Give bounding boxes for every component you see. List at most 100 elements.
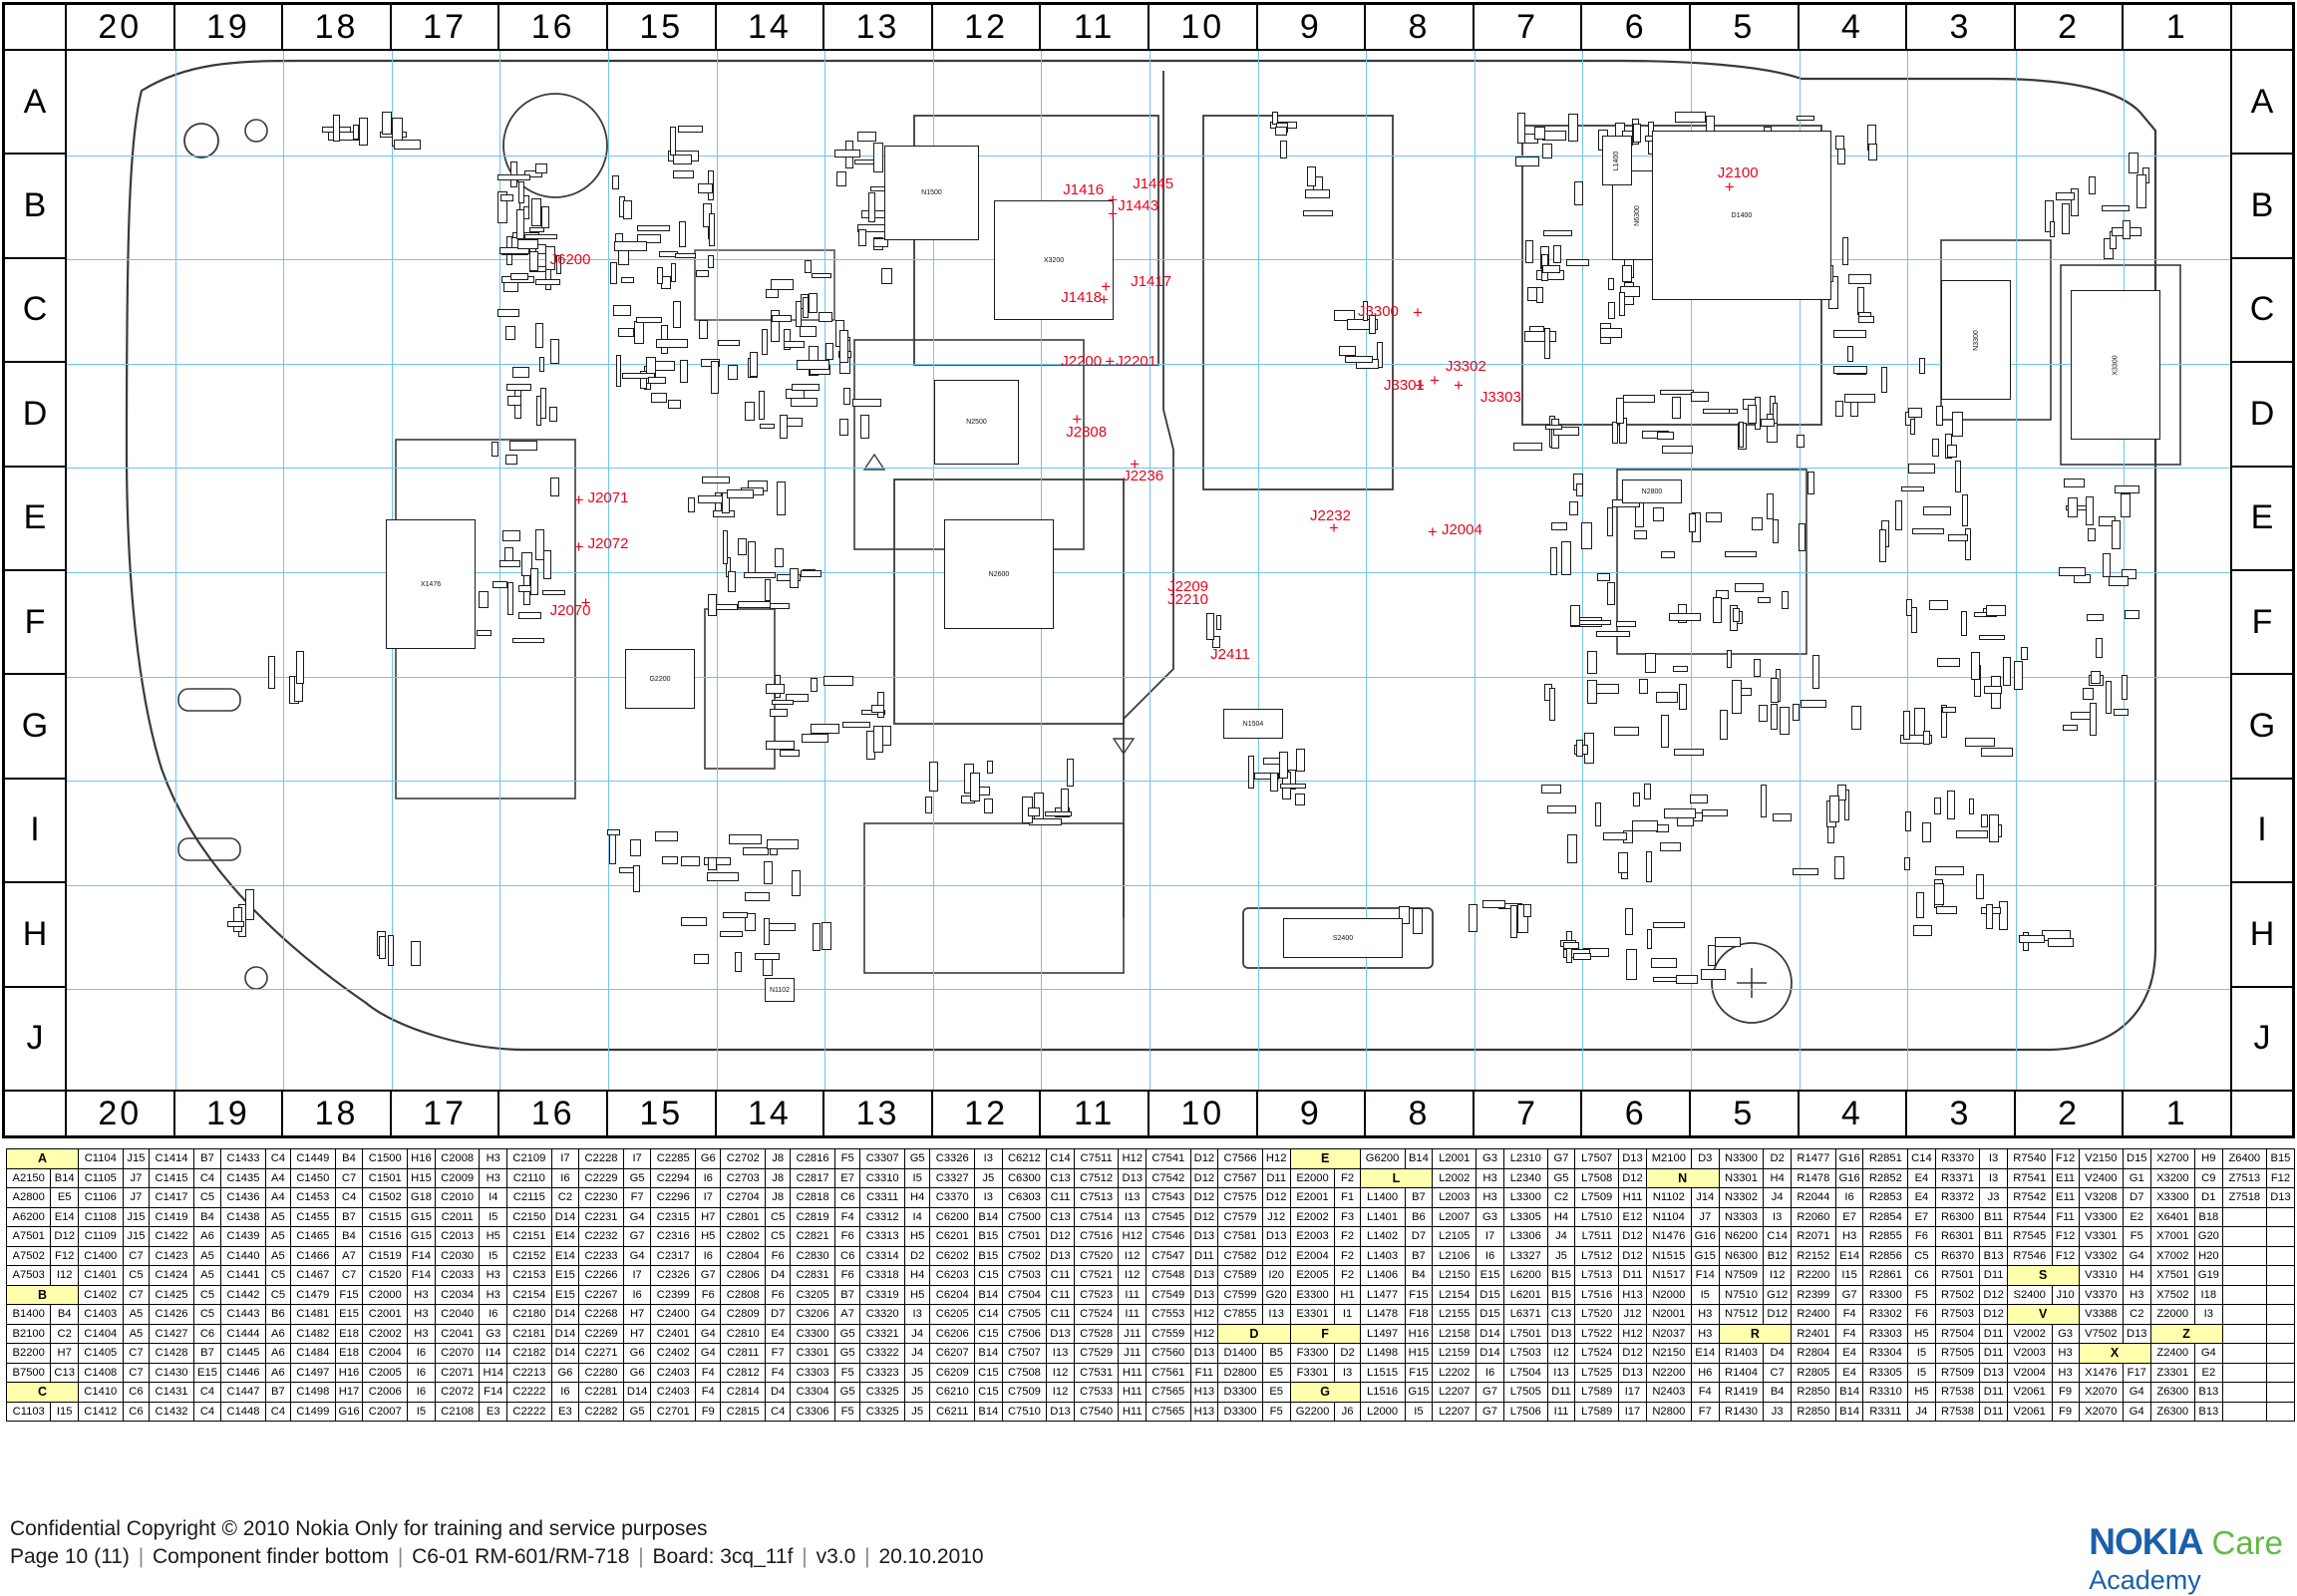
pcb-ic-label: G2200	[649, 675, 671, 683]
index-component-location: E15	[550, 1284, 580, 1305]
pcb-component-footprint	[2089, 703, 2098, 737]
index-component-location: D11	[1261, 1167, 1291, 1188]
index-component-ref: C2232	[578, 1226, 624, 1247]
index-component-ref: R2401	[1791, 1323, 1836, 1344]
index-component-ref: C2150	[506, 1206, 552, 1227]
index-component-ref: C1425	[149, 1284, 194, 1305]
index-component-location: H15	[407, 1167, 436, 1188]
index-component-ref: X7002	[2149, 1245, 2195, 1266]
grid-col-label-4: 4	[1798, 4, 1907, 50]
index-component-location: J15	[122, 1226, 151, 1247]
index-component-ref: C2280	[578, 1362, 624, 1383]
grid-col-label-18: 18	[282, 1091, 391, 1136]
grid-col-label-16: 16	[498, 4, 607, 50]
index-component-location: F6	[695, 1284, 722, 1305]
index-component-location: H12	[1189, 1323, 1219, 1344]
logo-top-row: NOKIA Care	[2089, 1521, 2283, 1563]
index-empty-cell	[2265, 1206, 2296, 1227]
index-component-ref: C7599	[1217, 1284, 1263, 1305]
index-component-ref: C2152	[506, 1245, 552, 1266]
index-component-ref: R7503	[1934, 1304, 1981, 1325]
grid-col-label-11: 11	[1040, 1091, 1148, 1136]
index-component-location: F11	[2051, 1206, 2080, 1227]
index-component-location: J5	[974, 1167, 1003, 1188]
index-component-location: B4	[334, 1148, 364, 1169]
index-component-ref: L2154	[1432, 1284, 1477, 1305]
pcb-component-footprint	[2014, 661, 2024, 691]
index-table-row: A7502 F12 C1400 C7 C1423 A5 C1440 A5 C1466 A7 C151…	[5, 1245, 2296, 1266]
pcb-component-footprint	[2021, 647, 2028, 660]
index-component-location: B7	[264, 1382, 291, 1403]
index-component-ref: C1441	[220, 1265, 266, 1286]
index-table-row: C1103 I15 C1412 C6 C1432 C4 C1448 C4 C1499 G16 C20…	[5, 1401, 2296, 1422]
index-component-ref: X2070	[2078, 1401, 2125, 1422]
index-component-ref: R7544	[2006, 1206, 2053, 1227]
index-component-ref: C2809	[720, 1304, 767, 1325]
pcb-component-footprint	[549, 477, 560, 496]
index-component-location: H16	[1404, 1323, 1434, 1344]
index-group-header-F: F	[1289, 1323, 1361, 1344]
index-component-location: B6	[264, 1304, 291, 1325]
index-component-location: D14	[550, 1323, 580, 1344]
pcb-component-footprint	[1922, 506, 1952, 515]
index-component-ref: C2814	[720, 1382, 767, 1403]
index-component-location: D12	[1261, 1245, 1291, 1266]
index-component-ref: C7549	[1145, 1284, 1191, 1305]
index-component-location: I12	[1118, 1265, 1147, 1286]
grid-row-label-E: E	[4, 466, 66, 570]
index-component-ref: R3372	[1934, 1187, 1981, 1208]
index-component-location: D13	[1046, 1401, 1075, 1422]
index-component-ref: C7528	[1073, 1323, 1120, 1344]
index-component-location: I5	[479, 1206, 508, 1227]
grid-col-label-7: 7	[1473, 4, 1582, 50]
pcb-component-footprint	[1739, 422, 1745, 449]
pcb-ic-label: N1504	[1242, 720, 1264, 728]
index-component-ref: C7547	[1145, 1245, 1191, 1266]
index-component-ref: R3302	[1862, 1304, 1909, 1325]
index-component-location: F7	[1690, 1401, 1720, 1422]
index-table-row: A7503 I12 C1401 C5 C1424 A5 C1441 C5 C1467 C7 C152…	[5, 1265, 2296, 1286]
pcb-component-footprint	[508, 441, 537, 451]
pcb-ic-label: X1476	[420, 580, 442, 588]
index-component-ref: L1478	[1359, 1304, 1406, 1325]
grid-col-label-10: 10	[1148, 4, 1257, 50]
index-component-ref: R3371	[1934, 1167, 1981, 1188]
pcb-component-footprint	[747, 540, 756, 573]
index-component-ref: N1517	[1645, 1265, 1692, 1286]
index-component-location: H3	[1476, 1187, 1504, 1208]
index-component-ref: L7512	[1574, 1245, 1620, 1266]
index-component-location: H3	[407, 1323, 436, 1344]
index-component-ref: R2400	[1791, 1304, 1836, 1325]
index-component-location: D13	[2265, 1187, 2296, 1208]
pcb-component-footprint	[1338, 345, 1356, 357]
index-component-ref: C1467	[289, 1265, 336, 1286]
pcb-component-footprint	[835, 171, 847, 186]
index-component-location: I1	[1334, 1304, 1361, 1325]
index-component-ref: N7509	[1718, 1265, 1765, 1286]
index-component-location: C15	[974, 1382, 1003, 1403]
index-component-location: B14	[1834, 1401, 1864, 1422]
index-component-location: D11	[1979, 1323, 2008, 1344]
pcb-component-footprint	[1797, 435, 1805, 448]
pcb-component-footprint	[838, 330, 849, 363]
index-component-location: D2	[1334, 1343, 1361, 1364]
index-component-location: F5	[1261, 1401, 1291, 1422]
index-component-ref: L1406	[1359, 1265, 1406, 1286]
index-component-ref: C1519	[362, 1245, 409, 1266]
pcb-component-footprint	[1828, 795, 1839, 823]
index-component-ref: L7511	[1574, 1226, 1620, 1247]
index-component-ref: R2850	[1791, 1401, 1836, 1422]
pcb-ic-label: N2600	[988, 570, 1010, 578]
index-component-location: D3	[1690, 1148, 1720, 1169]
index-component-location: H5	[903, 1226, 931, 1247]
index-component-location: A5	[264, 1206, 291, 1227]
pcb-component-footprint	[1653, 507, 1664, 521]
pcb-component-footprint	[2064, 478, 2086, 487]
test-point-marker-J3301: +	[1414, 375, 1425, 395]
index-component-location: E4	[1907, 1187, 1936, 1208]
pcb-component-footprint	[529, 251, 539, 271]
index-component-ref: R7545	[2006, 1226, 2053, 1247]
index-component-location: I5	[1690, 1284, 1720, 1305]
index-group-header-C: C	[6, 1382, 79, 1403]
index-group-header-Z: Z	[2149, 1323, 2223, 1344]
